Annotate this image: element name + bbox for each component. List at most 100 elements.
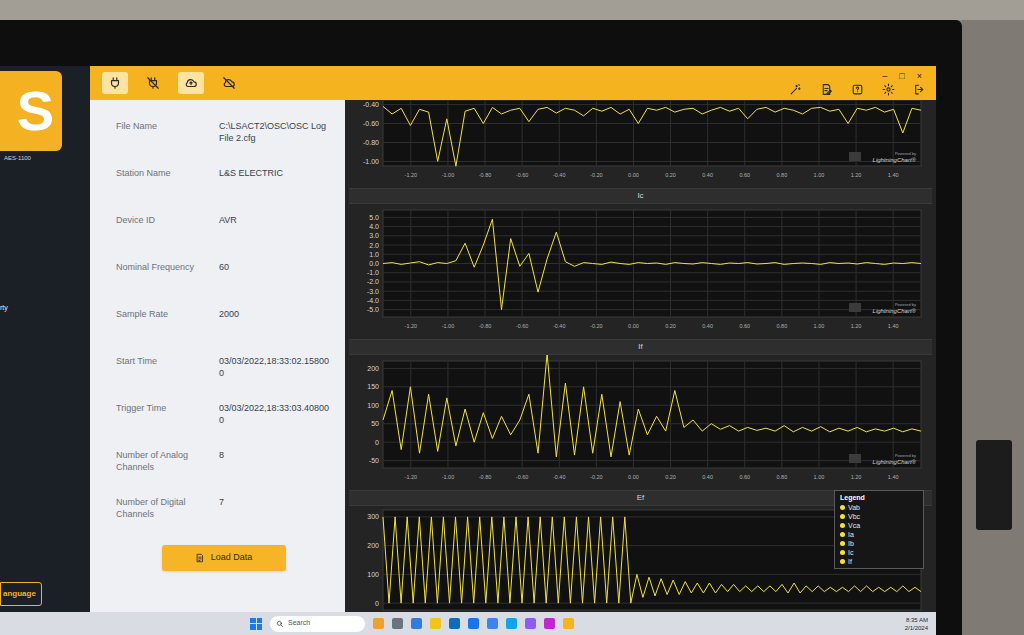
field-value: 8 [219,449,331,496]
grid-line [744,210,745,317]
x-tick: -1.20 [405,474,418,480]
field-label: File Name [116,120,211,167]
y-tick: 300 [367,513,379,520]
window-control[interactable]: – [882,71,887,82]
grid-line [383,291,921,292]
x-tick: -0.80 [479,172,492,178]
windows-icon[interactable] [250,618,262,630]
app-icon[interactable] [449,618,460,629]
grid-line [818,100,819,166]
search-box[interactable]: Search [270,616,365,632]
plug-off-icon[interactable] [146,76,160,90]
toolbar-left [102,72,242,94]
grid-line [522,100,523,166]
toolbar-button[interactable] [178,72,204,94]
chart: If200150100500-50-1.20-1.00-0.80-0.60-0.… [349,339,932,490]
x-tick: -0.60 [516,323,529,329]
grid-line [559,210,560,317]
app-icon[interactable] [544,618,555,629]
help-icon[interactable] [851,83,864,96]
grid-line [383,235,921,236]
magic-icon[interactable] [789,83,802,96]
app-icon[interactable] [468,618,479,629]
x-tick: -0.40 [553,172,566,178]
windows-pane [250,618,256,624]
taskbar-apps [373,618,574,629]
windows-pane [257,618,263,624]
clock[interactable]: 8:35 AM2/1/2024 [905,616,928,632]
grid-line [410,210,411,317]
sidebar-list: rty [0,301,90,316]
x-tick: 1.00 [814,474,825,480]
legend-item[interactable]: Ic [840,548,918,557]
legend-item[interactable]: Ia [840,530,918,539]
field-value: C:\LSACT2\OSC\OSC Log File 2.cfg [219,120,331,167]
chart-credit: Powered byLightningChart® [849,453,917,465]
app-icon[interactable] [373,618,384,629]
legend-item[interactable]: Vab [840,503,918,512]
monitor: SAES-1100rtyanguage –□× File NameC:\LSAC… [0,20,962,635]
credit-brand: LightningChart® [873,157,917,163]
sidebar-item[interactable]: rty [0,301,90,316]
app-icon[interactable] [506,618,517,629]
cloud-upload-icon[interactable] [184,76,198,90]
legend-dot [840,541,845,546]
plot-area [383,100,921,166]
toolbar-right: – □ × [789,71,926,96]
field-label: Number of Digital Channels [116,496,211,543]
y-tick: 150 [367,383,379,390]
field-value: 2000 [219,308,331,355]
field-label: Start Time [116,355,211,402]
x-tick: -0.80 [479,323,492,329]
y-tick: -1.00 [363,158,379,165]
chart: Ic5.04.03.02.01.00.0-1.0-2.0-3.0-4.0-5.0… [349,188,932,339]
exit-icon[interactable] [913,83,926,96]
y-tick: 0 [375,439,379,446]
plug-icon[interactable] [108,76,122,90]
legend-item[interactable]: Vca [840,521,918,530]
legend-item[interactable]: Ib [840,539,918,548]
windows-pane [257,624,263,630]
credit-text: Powered by [895,302,916,307]
field-label: Number of Analog Channels [116,449,211,496]
grid-line [383,104,921,105]
toolbar-button[interactable] [216,72,242,94]
edit-icon[interactable] [820,83,833,96]
logo: S [0,71,62,151]
window-control[interactable]: × [917,71,922,82]
field-value: 03/03/2022,18:33:03.408000 [219,402,331,449]
y-tick: 200 [367,365,379,372]
field-value: AVR [219,214,331,261]
window-control[interactable]: □ [899,71,904,82]
info-panel: File NameC:\LSACT2\OSC\OSC Log File 2.cf… [90,100,345,612]
app-icon[interactable] [411,618,422,629]
field-label: Station Name [116,167,211,214]
x-tick: -0.20 [590,172,603,178]
x-tick: -0.60 [516,474,529,480]
chart-canvas: 200150100500-50-1.20-1.00-0.80-0.60-0.40… [349,355,929,490]
language-button[interactable]: anguage [0,582,42,606]
app-icon[interactable] [430,618,441,629]
load-data-button[interactable]: Load Data [162,545,286,571]
y-tick: -50 [369,457,379,464]
toolbar-button[interactable] [102,72,128,94]
taskbar: Search 8:35 AM2/1/2024 [0,612,936,635]
grid-line [633,361,634,468]
app-icon[interactable] [563,618,574,629]
chart: -0.40-0.60-0.80-1.00-1.20-1.00-0.80-0.60… [349,100,932,188]
app-icon[interactable] [525,618,536,629]
cloud-off-icon[interactable] [222,76,236,90]
chart-title: Ic [349,188,932,204]
grid-line [383,460,921,461]
gear-icon[interactable] [882,83,895,96]
legend-item[interactable]: Vbc [840,512,918,521]
grid-line [383,405,921,406]
y-tick: -0.80 [363,139,379,146]
legend-item[interactable]: If [840,557,918,566]
y-tick: 5.0 [369,214,379,221]
app-icon[interactable] [487,618,498,629]
x-tick: 1.40 [888,474,899,480]
app-icon[interactable] [392,618,403,629]
toolbar-button[interactable] [140,72,166,94]
grid-line [383,161,921,162]
